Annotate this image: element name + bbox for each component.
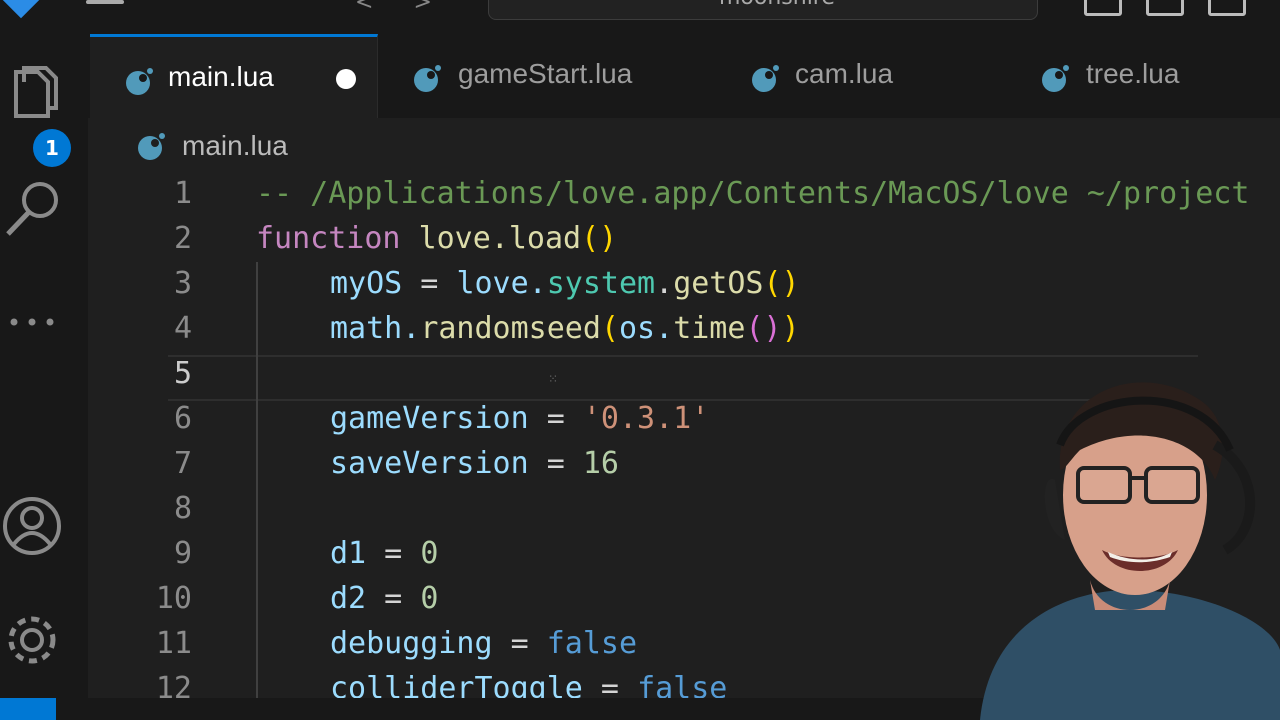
tab-label: gameStart.lua: [458, 58, 633, 89]
code-text: d2 = 0: [330, 581, 438, 616]
line-number: 1: [173, 176, 192, 211]
variable: myOS: [330, 266, 403, 301]
line-number: 2: [173, 221, 192, 256]
operator: =: [402, 266, 457, 301]
code-text: colliderToggle = false: [330, 671, 727, 698]
operator: =: [528, 401, 583, 436]
lua-file-icon: [1042, 65, 1069, 92]
code-text: -- /Applications/love.app/Contents/MacOS…: [256, 176, 1249, 211]
customize-layout-icon[interactable]: [1208, 0, 1246, 16]
variable: d1: [330, 536, 367, 571]
command-center-search[interactable]: moonshire: [488, 0, 1038, 20]
line-number: 9: [173, 536, 192, 571]
code-line: 1 -- /Applications/love.app/Contents/Mac…: [88, 172, 1280, 217]
paren: (: [600, 311, 619, 346]
number: 16: [582, 446, 619, 481]
code-text: debugging = false: [330, 626, 637, 661]
explorer-badge: 1: [33, 129, 71, 167]
lua-file-icon: [138, 133, 165, 160]
variable: debugging: [330, 626, 493, 661]
line-number: 10: [155, 581, 192, 616]
remote-indicator-icon[interactable]: [0, 698, 56, 720]
toggle-panel-icon[interactable]: [1146, 0, 1184, 16]
line-number: 5: [173, 356, 192, 391]
menu-icon[interactable]: [86, 0, 124, 4]
line-number: 4: [173, 311, 192, 346]
function-name: time: [673, 311, 746, 346]
code-text: function love.load(): [256, 221, 617, 256]
line-number: 7: [173, 446, 192, 481]
line-number: 12: [155, 671, 192, 698]
webcam-overlay: [980, 382, 1280, 720]
function-name: randomseed: [420, 311, 601, 346]
title-bar: <> moonshire: [0, 0, 1280, 34]
variable: d2: [330, 581, 367, 616]
operator: =: [366, 581, 421, 616]
operator: =: [582, 671, 638, 698]
comment: -- /Applications/love.app/Contents/MacOS…: [256, 176, 1250, 211]
toggle-sidebar-icon[interactable]: [1084, 0, 1122, 16]
code-text: math.randomseed(os.time()): [330, 311, 800, 346]
search-text: moonshire: [719, 0, 835, 10]
operator: =: [528, 446, 583, 481]
tab-tree-lua[interactable]: tree.lua: [1006, 34, 1280, 118]
function-name: love.load: [418, 221, 582, 256]
object: love.: [456, 266, 547, 301]
module: system: [546, 266, 656, 301]
paren: (): [745, 311, 782, 346]
line-number: 8: [173, 491, 192, 526]
variable: saveVersion: [330, 446, 529, 481]
tab-label: main.lua: [168, 61, 274, 92]
line-number: 6: [173, 401, 192, 436]
object: math.: [330, 311, 421, 346]
code-text: d1 = 0: [330, 536, 438, 571]
function-name: getOS: [673, 266, 764, 301]
tab-label: tree.lua: [1086, 58, 1180, 89]
code-line: 3 myOS = love.system.getOS(): [88, 262, 1280, 307]
variable: gameVersion: [330, 401, 529, 436]
tab-label: cam.lua: [795, 58, 894, 89]
variable: colliderToggle: [330, 671, 583, 698]
boolean: false: [546, 626, 638, 661]
paren: (): [763, 266, 800, 301]
boolean: false: [637, 671, 728, 698]
string: '0.3.1': [582, 401, 710, 436]
unsaved-dot-icon[interactable]: [336, 69, 356, 89]
lua-file-icon: [414, 65, 441, 92]
tab-cam-lua[interactable]: cam.lua: [716, 34, 1007, 118]
nav-arrows: <>: [355, 0, 472, 15]
keyword: function: [256, 221, 401, 256]
vscode-logo-icon: [0, 0, 43, 19]
search-icon[interactable]: [0, 174, 70, 244]
settings-gear-icon[interactable]: [0, 608, 70, 678]
code-text: myOS = love.system.getOS(): [330, 266, 800, 301]
operator: =: [366, 536, 421, 571]
forward-arrow-icon[interactable]: >: [413, 0, 471, 15]
lua-file-icon: [126, 68, 153, 95]
line-number: 11: [155, 626, 192, 661]
account-icon[interactable]: [0, 494, 70, 564]
back-arrow-icon[interactable]: <: [355, 0, 413, 15]
explorer-icon[interactable]: [4, 64, 74, 134]
more-icon[interactable]: [0, 286, 70, 356]
lua-file-icon: [752, 65, 779, 92]
operator: =: [492, 626, 547, 661]
object: os.: [619, 311, 674, 346]
code-line: 2 function love.load(): [88, 217, 1280, 262]
code-text: saveVersion = 16: [330, 446, 619, 481]
breadcrumb-file: main.lua: [182, 130, 288, 161]
line-number: 3: [173, 266, 192, 301]
tab-bar: main.lua gameStart.lua cam.lua tree.lua: [88, 34, 1280, 118]
activity-bar: 1: [0, 34, 88, 698]
number: 0: [420, 581, 439, 616]
code-text: gameVersion = '0.3.1': [330, 401, 709, 436]
dot: .: [655, 266, 674, 301]
tab-gamestart-lua[interactable]: gameStart.lua: [378, 34, 717, 118]
number: 0: [420, 536, 439, 571]
code-line: 4 math.randomseed(os.time()): [88, 307, 1280, 352]
paren: ): [781, 311, 800, 346]
paren: (): [581, 221, 618, 256]
tab-main-lua[interactable]: main.lua: [90, 34, 378, 118]
